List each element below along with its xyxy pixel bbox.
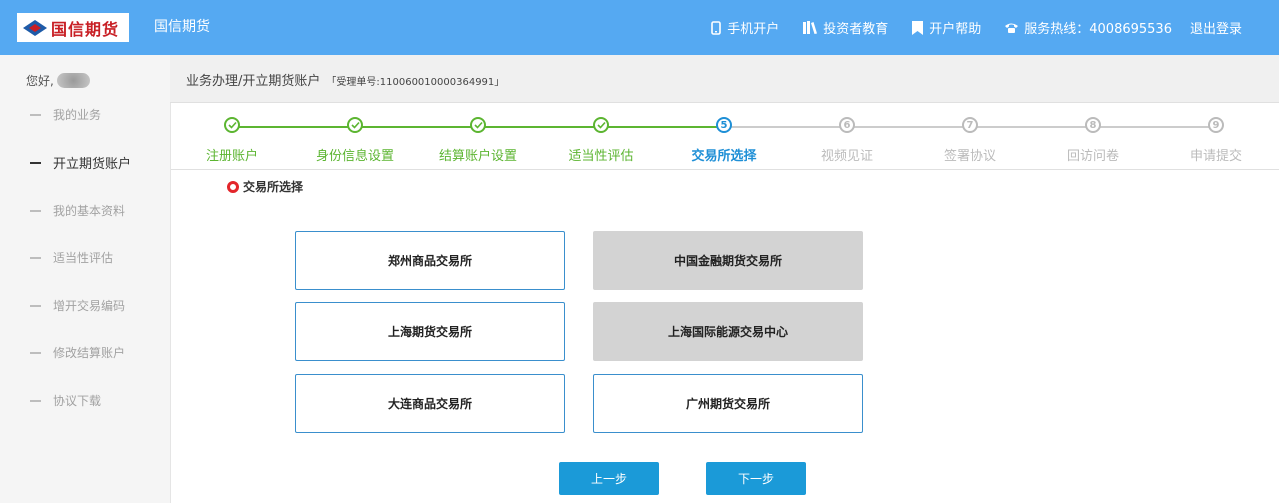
step-label: 结算账户设置 bbox=[438, 149, 517, 164]
next-button-label: 下一步 bbox=[737, 472, 774, 486]
sidebar-item-suitability[interactable]: 适当性评估 bbox=[30, 249, 113, 266]
logout-link[interactable]: 退出登录 bbox=[1190, 18, 1242, 37]
prev-button[interactable]: 上一步 bbox=[559, 462, 659, 495]
step-label: 注册账户 bbox=[205, 149, 258, 164]
sidebar-item-basic-info[interactable]: 我的基本资料 bbox=[30, 202, 125, 219]
sidebar-item-label: 增开交易编码 bbox=[53, 299, 126, 313]
step-label: 交易所选择 bbox=[691, 149, 757, 164]
nav-label: 手机开户 bbox=[727, 22, 780, 37]
exchange-label: 中国金融期货交易所 bbox=[673, 254, 782, 268]
brand-title: 国信期货 bbox=[154, 19, 210, 35]
dash-icon bbox=[30, 351, 41, 354]
sidebar-item-label: 修改结算账户 bbox=[53, 346, 126, 360]
prev-button-label: 上一步 bbox=[590, 472, 627, 486]
phone-icon bbox=[711, 20, 722, 35]
exchange-zhengzhou[interactable]: 郑州商品交易所 bbox=[295, 231, 565, 290]
bookmark-icon bbox=[912, 20, 924, 35]
exchange-guangzhou[interactable]: 广州期货交易所 bbox=[593, 374, 863, 433]
sidebar-item-add-trading-code[interactable]: 增开交易编码 bbox=[30, 297, 125, 314]
sidebar-item-label: 协议下载 bbox=[53, 394, 102, 408]
dash-icon bbox=[30, 256, 41, 259]
step-number: 6 bbox=[839, 117, 855, 133]
top-nav: 手机开户 投资者教育 开户帮助 服务热线：4008695536 退出登录 bbox=[687, 0, 1242, 55]
books-icon bbox=[803, 21, 818, 34]
sidebar: 您好, 我的业务 开立期货账户 我的基本资料 适当性评估 增开交易编码 修改结算… bbox=[0, 55, 170, 503]
step-label: 视频见证 bbox=[820, 149, 873, 164]
nav-investor-education[interactable]: 投资者教育 bbox=[803, 18, 888, 37]
step-number: 5 bbox=[716, 117, 732, 133]
logo-text: 国信期货 bbox=[51, 19, 120, 39]
dash-icon bbox=[30, 209, 41, 212]
main-content: 注册账户 身份信息设置 结算账户设置 适当性评估 5 交易所选择 6 视频见证 7 签署协议 8 回访… bbox=[170, 103, 1279, 503]
top-bar: 国信期货 国信期货 手机开户 投资者教育 开户帮助 服务热线：400869553… bbox=[0, 0, 1279, 55]
logo[interactable]: 国信期货 bbox=[17, 13, 129, 42]
sidebar-item-label: 我的业务 bbox=[53, 108, 102, 122]
nav-label: 服务热线：4008695536 bbox=[1024, 22, 1172, 37]
step-label: 适当性评估 bbox=[568, 149, 634, 164]
logo-mark-icon bbox=[23, 19, 47, 36]
dash-icon bbox=[30, 399, 41, 402]
exchange-dalian[interactable]: 大连商品交易所 bbox=[295, 374, 565, 433]
step-label: 申请提交 bbox=[1189, 149, 1242, 164]
exchange-label: 上海期货交易所 bbox=[387, 325, 472, 339]
next-button[interactable]: 下一步 bbox=[706, 462, 806, 495]
breadcrumb-path: 业务办理/开立期货账户 bbox=[186, 74, 321, 89]
nav-service-hotline: 服务热线：4008695536 bbox=[1005, 18, 1172, 37]
dash-icon bbox=[30, 304, 41, 307]
greeting-text: 您好, bbox=[26, 74, 54, 88]
step-number: 9 bbox=[1208, 117, 1224, 133]
dash-icon bbox=[30, 161, 41, 164]
sidebar-item-my-business[interactable]: 我的业务 bbox=[30, 106, 101, 123]
nav-label: 投资者教育 bbox=[823, 22, 889, 37]
breadcrumb: 业务办理/开立期货账户 「受理单号:110060010000364991」 bbox=[186, 70, 504, 89]
step-check-icon bbox=[470, 117, 486, 133]
exchange-ine: 上海国际能源交易中心 bbox=[593, 302, 863, 361]
step-check-icon bbox=[593, 117, 609, 133]
sidebar-item-modify-settlement[interactable]: 修改结算账户 bbox=[30, 344, 125, 361]
section-title: 交易所选择 bbox=[243, 180, 304, 194]
step-number: 8 bbox=[1085, 117, 1101, 133]
step-label: 回访问卷 bbox=[1066, 149, 1119, 164]
telephone-icon bbox=[1005, 23, 1019, 33]
section-heading: 交易所选择 bbox=[227, 178, 303, 195]
nav-label: 开户帮助 bbox=[929, 22, 982, 37]
nav-mobile-account[interactable]: 手机开户 bbox=[711, 18, 779, 37]
step-label: 签署协议 bbox=[943, 149, 996, 164]
sidebar-item-label: 适当性评估 bbox=[53, 251, 114, 265]
sidebar-item-agreement-download[interactable]: 协议下载 bbox=[30, 392, 101, 409]
breadcrumb-bar: 业务办理/开立期货账户 「受理单号:110060010000364991」 bbox=[170, 55, 1279, 103]
nav-account-help[interactable]: 开户帮助 bbox=[912, 18, 981, 37]
user-greeting: 您好, bbox=[26, 72, 90, 89]
section-marker-icon bbox=[227, 180, 239, 193]
dash-icon bbox=[30, 113, 41, 116]
step-check-icon bbox=[224, 117, 240, 133]
avatar bbox=[56, 73, 90, 88]
exchange-label: 上海国际能源交易中心 bbox=[667, 325, 788, 339]
exchange-label: 大连商品交易所 bbox=[387, 397, 472, 411]
exchange-label: 广州期货交易所 bbox=[685, 397, 770, 411]
sidebar-item-open-account[interactable]: 开立期货账户 bbox=[30, 153, 131, 172]
nav-label: 退出登录 bbox=[1189, 22, 1242, 37]
exchange-cffex: 中国金融期货交易所 bbox=[593, 231, 863, 290]
step-label: 身份信息设置 bbox=[315, 149, 394, 164]
progress-steps: 注册账户 身份信息设置 结算账户设置 适当性评估 5 交易所选择 6 视频见证 7 签署协议 8 回访… bbox=[171, 103, 1279, 170]
step-number: 7 bbox=[962, 117, 978, 133]
sidebar-item-label: 我的基本资料 bbox=[53, 204, 126, 218]
step-check-icon bbox=[347, 117, 363, 133]
ticket-number: 「受理单号:110060010000364991」 bbox=[326, 77, 505, 88]
sidebar-item-label: 开立期货账户 bbox=[53, 157, 132, 172]
exchange-shanghai-futures[interactable]: 上海期货交易所 bbox=[295, 302, 565, 361]
exchange-label: 郑州商品交易所 bbox=[387, 254, 472, 268]
